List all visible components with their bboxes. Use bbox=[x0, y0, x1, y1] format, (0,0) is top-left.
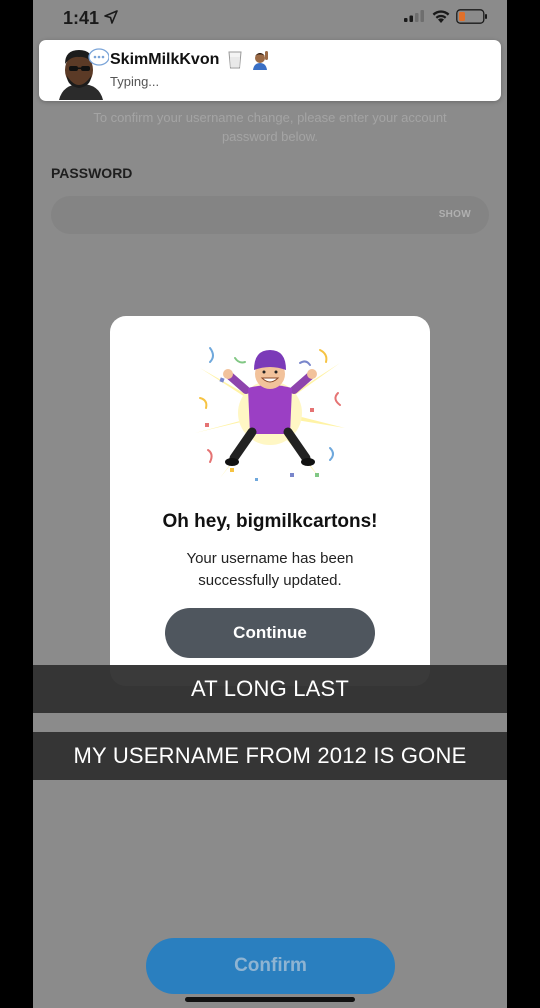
continue-button[interactable]: Continue bbox=[165, 608, 375, 658]
home-indicator[interactable] bbox=[185, 997, 355, 1002]
status-time: 1:41 bbox=[63, 8, 100, 28]
caption-top: AT LONG LAST bbox=[33, 665, 507, 713]
notification-sender: SkimMilkKvon bbox=[110, 50, 270, 70]
cellular-signal-icon bbox=[404, 10, 424, 22]
typing-status: Typing... bbox=[110, 74, 160, 89]
confirm-button[interactable]: Confirm bbox=[146, 938, 395, 994]
sender-name: SkimMilkKvon bbox=[110, 51, 220, 69]
bitmoji-avatar bbox=[59, 48, 109, 100]
milk-glass-emoji-icon bbox=[228, 51, 242, 69]
status-bar: 1:41 bbox=[33, 0, 507, 34]
instructions-text: To confirm your username change, please … bbox=[93, 110, 447, 144]
success-dialog: Oh hey, bigmilkcartons! Your username ha… bbox=[110, 316, 430, 686]
chat-notification-banner[interactable]: SkimMilkKvon Typing... bbox=[39, 40, 501, 101]
wifi-icon bbox=[432, 10, 450, 23]
show-password-toggle[interactable]: SHOW bbox=[439, 209, 471, 220]
person-raising-hand-emoji-icon bbox=[253, 51, 269, 70]
password-label: PASSWORD bbox=[51, 165, 133, 181]
app-screen: 1:41 SkimMilkKvon Typing... To confirm y… bbox=[33, 0, 507, 1008]
location-arrow-icon bbox=[104, 10, 118, 24]
celebration-bitmoji-illustration bbox=[195, 347, 345, 481]
password-field[interactable]: SHOW bbox=[51, 196, 489, 234]
dialog-message: Your username has been successfully upda… bbox=[186, 550, 354, 589]
dialog-title: Oh hey, bigmilkcartons! bbox=[162, 511, 378, 532]
battery-icon bbox=[456, 9, 487, 24]
caption-bottom: MY USERNAME FROM 2012 IS GONE bbox=[33, 732, 507, 780]
